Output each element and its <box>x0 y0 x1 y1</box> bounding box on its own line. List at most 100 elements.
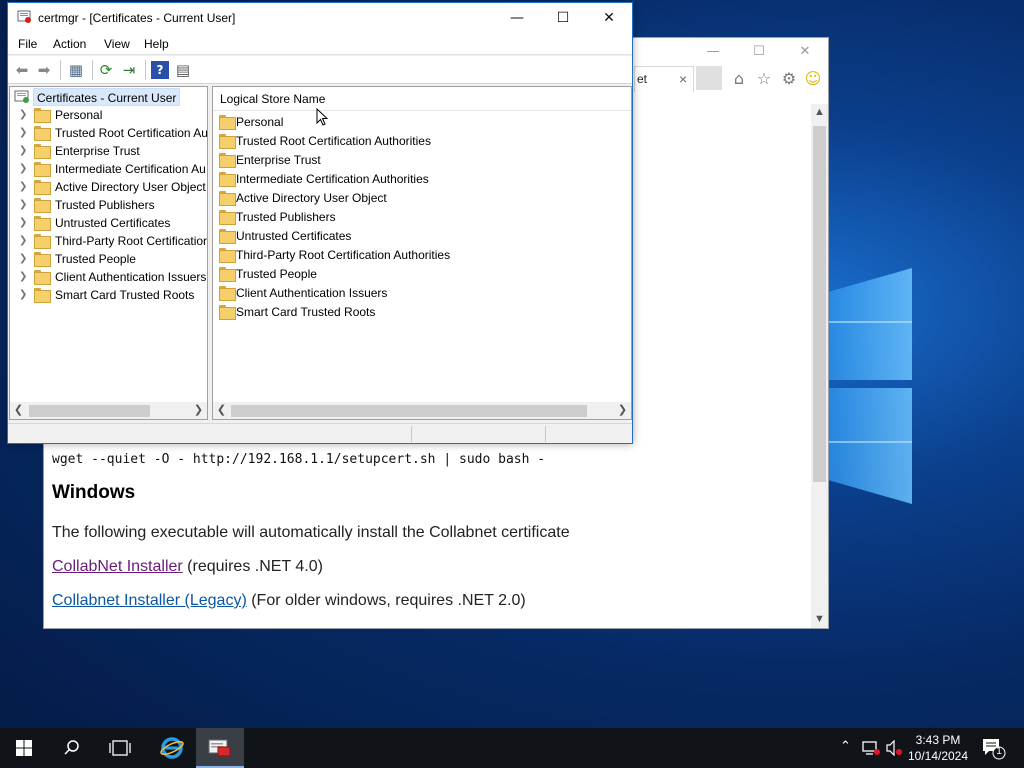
tree-root-label: Certificates - Current User <box>33 88 181 106</box>
start-button[interactable] <box>0 728 48 768</box>
menu-view[interactable]: View <box>104 37 130 51</box>
new-tab-button[interactable] <box>696 66 722 90</box>
certmgr-taskbar-icon <box>208 739 231 757</box>
tree-item[interactable]: ❯ Third-Party Root Certificatior <box>10 232 208 250</box>
network-icon[interactable] <box>862 740 880 756</box>
tree-item-label: Trusted People <box>55 252 136 266</box>
export-list-icon[interactable]: ⇥ <box>120 61 138 79</box>
tree-item-label: Intermediate Certification Au <box>55 162 206 176</box>
tree-item[interactable]: ❯ Trusted Root Certification Au <box>10 124 207 142</box>
scroll-right-arrow-icon[interactable]: ❯ <box>190 402 207 419</box>
clock-time: 3:43 PM <box>915 733 961 747</box>
expand-chevron-icon[interactable]: ❯ <box>19 271 27 282</box>
expand-chevron-icon[interactable]: ❯ <box>19 235 27 246</box>
expand-chevron-icon[interactable]: ❯ <box>19 109 27 120</box>
scroll-up-arrow-icon[interactable]: ▲ <box>811 104 828 121</box>
menu-help[interactable]: Help <box>144 37 169 51</box>
folder-icon <box>34 216 51 231</box>
browser-minimize-button[interactable]: — <box>698 42 728 62</box>
forward-arrow-icon[interactable]: ➡ <box>35 61 53 79</box>
folder-icon <box>34 234 51 249</box>
tree-item[interactable]: ❯ Untrusted Certificates <box>10 214 207 232</box>
search-button[interactable] <box>48 728 96 768</box>
tree-horizontal-scrollbar[interactable]: ❮ ❯ <box>10 402 207 419</box>
list-item-label: Intermediate Certification Authorities <box>236 172 429 186</box>
menu-file[interactable]: File <box>18 37 37 51</box>
scrollbar-thumb[interactable] <box>813 126 826 482</box>
back-arrow-icon[interactable]: ⬅ <box>13 61 31 79</box>
expand-chevron-icon[interactable]: ❯ <box>19 163 27 174</box>
scroll-left-arrow-icon[interactable]: ❮ <box>10 402 27 419</box>
browser-vertical-scrollbar[interactable]: ▲ ▼ <box>811 104 828 628</box>
column-header-label: Logical Store Name <box>220 92 326 106</box>
taskbar-internet-explorer[interactable] <box>148 728 196 768</box>
expand-chevron-icon[interactable]: ❯ <box>19 289 27 300</box>
close-button[interactable]: ✕ <box>586 3 632 33</box>
help-icon[interactable]: ? <box>151 61 169 79</box>
collabnet-legacy-installer-link[interactable]: Collabnet Installer (Legacy) <box>52 592 247 609</box>
tree-item[interactable]: ❯ Client Authentication Issuers <box>10 268 207 286</box>
list-item-label: Trusted Root Certification Authorities <box>236 134 431 148</box>
tree-item-label: Personal <box>55 108 103 122</box>
details-scrollbar-thumb[interactable] <box>231 405 587 417</box>
collabnet-installer-link[interactable]: CollabNet Installer <box>52 558 183 575</box>
feedback-smiley-icon[interactable]: ☺ <box>804 70 822 88</box>
taskbar: ⌃ 3:43 PM 10/14/2024 1 <box>0 728 1024 768</box>
settings-gear-icon[interactable]: ⚙ <box>780 70 798 88</box>
browser-tab[interactable]: et × <box>634 66 694 92</box>
folder-icon <box>219 305 236 320</box>
tab-close-icon[interactable]: × <box>679 67 687 91</box>
scroll-down-arrow-icon[interactable]: ▼ <box>811 611 828 628</box>
tree-item[interactable]: ❯ Active Directory User Object <box>10 178 207 196</box>
details-horizontal-scrollbar[interactable]: ❮ ❯ <box>213 402 631 419</box>
tree-item-label: Active Directory User Object <box>55 180 206 194</box>
refresh-icon[interactable]: ⟳ <box>97 61 115 79</box>
expand-chevron-icon[interactable]: ❯ <box>19 217 27 228</box>
favorites-star-icon[interactable]: ☆ <box>755 70 773 88</box>
expand-chevron-icon[interactable]: ❯ <box>19 181 27 192</box>
folder-icon <box>219 286 236 301</box>
list-item-label: Third-Party Root Certification Authoriti… <box>236 248 451 262</box>
taskbar-clock[interactable]: 3:43 PM 10/14/2024 <box>900 732 976 764</box>
taskbar-certmgr[interactable] <box>196 728 244 768</box>
internet-explorer-icon <box>160 737 184 759</box>
expand-chevron-icon[interactable]: ❯ <box>19 145 27 156</box>
browser-close-button[interactable]: ✕ <box>790 42 820 62</box>
tree-item[interactable]: ❯ Smart Card Trusted Roots <box>10 286 207 304</box>
tree-item[interactable]: ❯ Trusted Publishers <box>10 196 207 214</box>
properties-icon[interactable]: ▤ <box>174 61 192 79</box>
maximize-button[interactable]: ☐ <box>540 3 586 33</box>
home-icon[interactable]: ⌂ <box>730 70 748 88</box>
scroll-left-arrow-icon[interactable]: ❮ <box>213 402 230 419</box>
search-icon <box>64 740 79 755</box>
certmgr-app-icon <box>17 10 31 23</box>
tree-item[interactable]: ❯ Personal <box>10 106 207 124</box>
tree-item[interactable]: ❯ Trusted People <box>10 250 207 268</box>
show-hidden-icons-chevron-icon[interactable]: ⌃ <box>840 739 851 754</box>
tree-item-label: Third-Party Root Certificatior <box>55 234 208 248</box>
list-item-label: Trusted People <box>236 267 317 281</box>
minimize-button[interactable]: — <box>494 3 540 33</box>
show-hide-console-tree-icon[interactable]: ▦ <box>67 61 85 79</box>
folder-icon <box>34 126 51 141</box>
task-view-button[interactable] <box>96 728 144 768</box>
expand-chevron-icon[interactable]: ❯ <box>19 253 27 264</box>
tree-scrollbar-thumb[interactable] <box>29 405 150 417</box>
folder-icon <box>219 229 236 244</box>
toolbar-separator <box>92 60 93 80</box>
list-item-label: Untrusted Certificates <box>236 229 352 243</box>
browser-maximize-button[interactable]: ☐ <box>744 42 774 62</box>
expand-chevron-icon[interactable]: ❯ <box>19 199 27 210</box>
windows-desktop-logo <box>828 268 912 504</box>
tree-item[interactable]: ❯ Intermediate Certification Au <box>10 160 207 178</box>
column-header-logical-store-name[interactable]: Logical Store Name <box>213 87 631 111</box>
menu-action[interactable]: Action <box>53 37 86 51</box>
action-center-button[interactable]: 1 <box>980 736 1006 760</box>
folder-icon <box>34 108 51 123</box>
list-item-label: Enterprise Trust <box>236 153 321 167</box>
tree-item[interactable]: ❯ Enterprise Trust <box>10 142 207 160</box>
expand-chevron-icon[interactable]: ❯ <box>19 127 27 138</box>
certmgr-title: certmgr - [Certificates - Current User] <box>38 11 236 25</box>
scroll-right-arrow-icon[interactable]: ❯ <box>614 402 631 419</box>
tree-item-label: Trusted Publishers <box>55 198 155 212</box>
